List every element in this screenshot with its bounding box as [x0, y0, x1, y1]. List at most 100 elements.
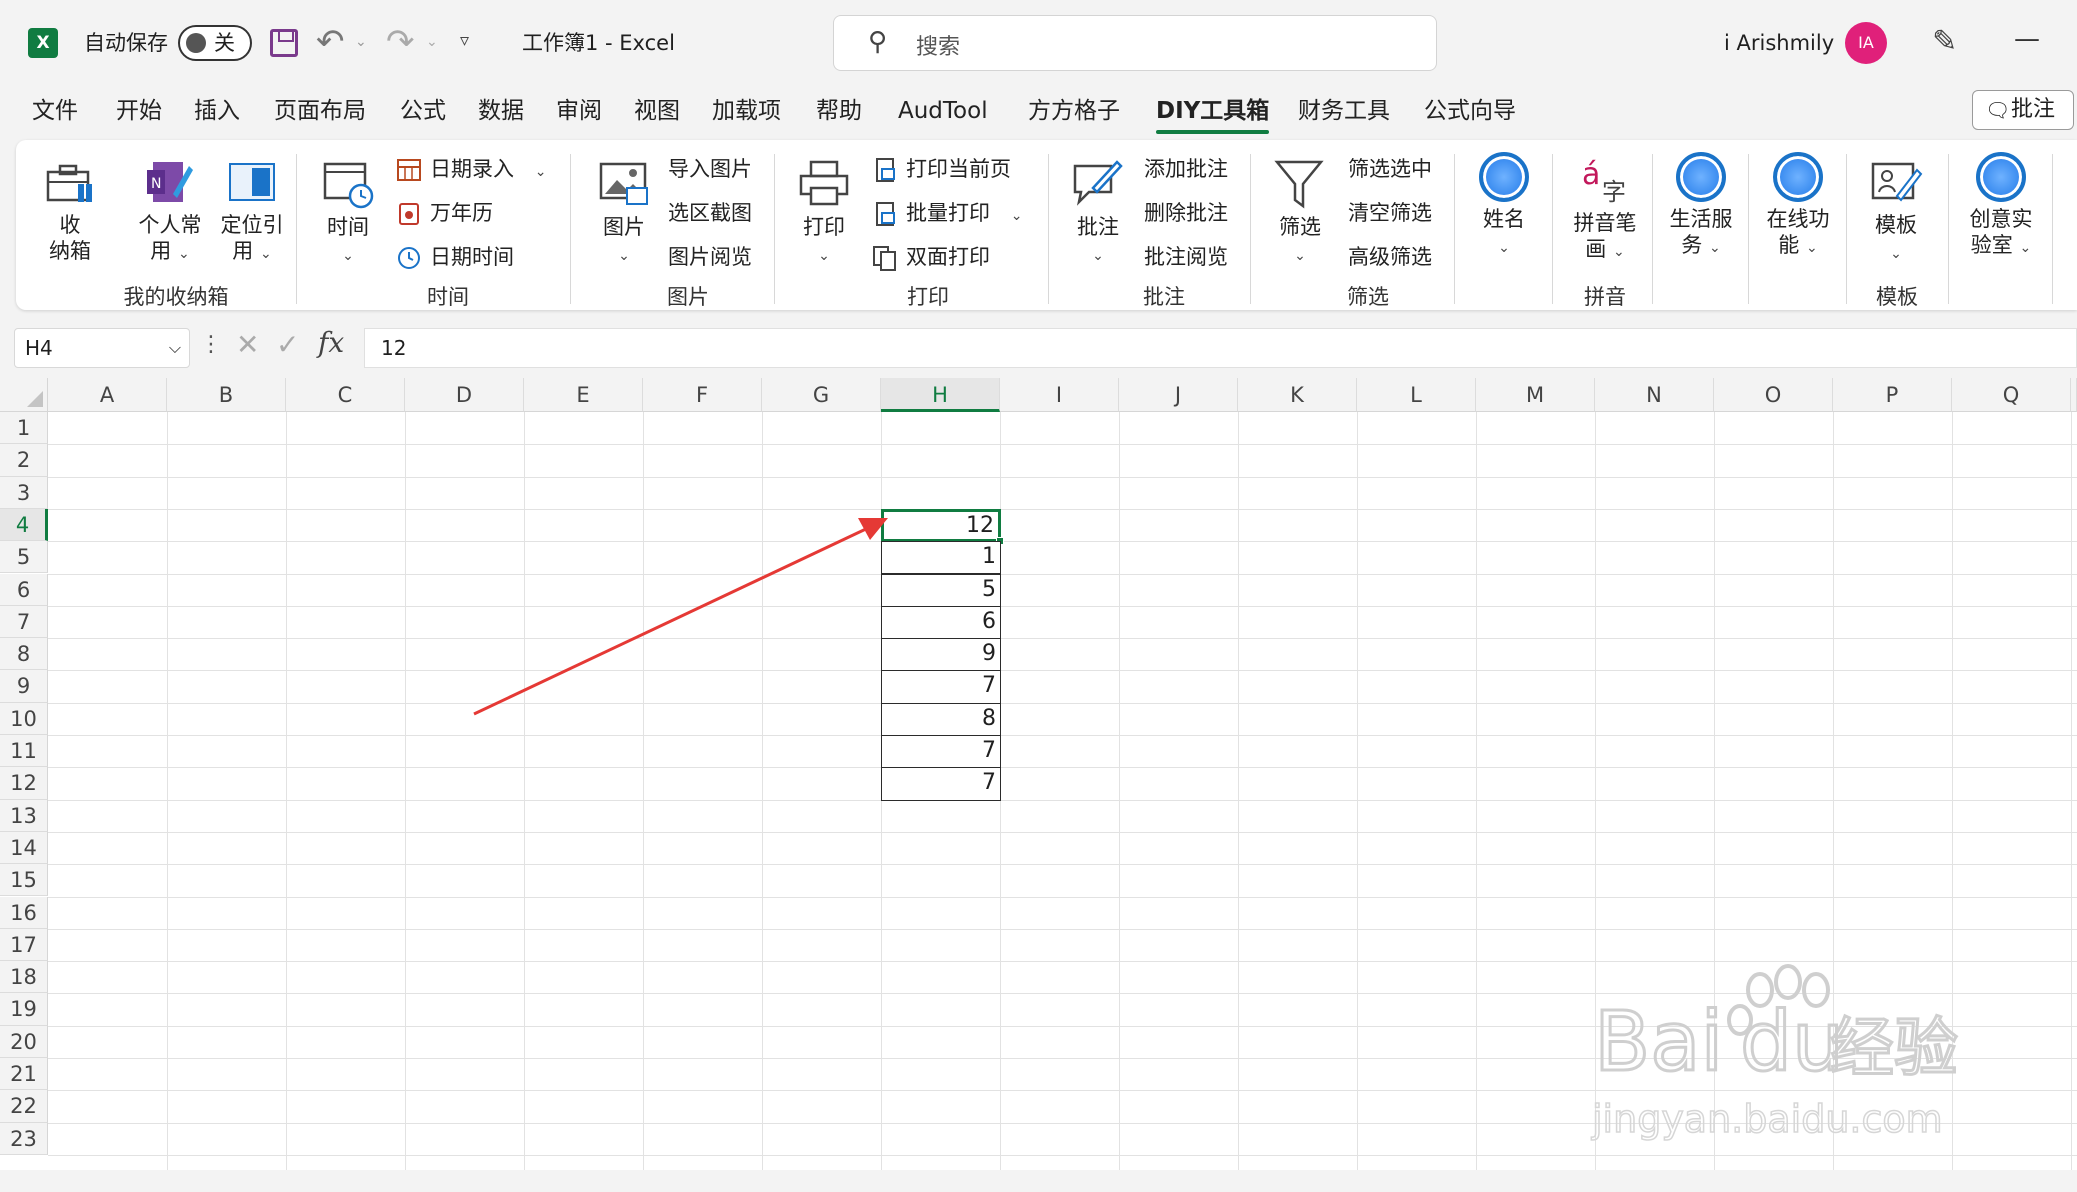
tab-page-layout[interactable]: 页面布局 [274, 94, 366, 128]
tab-audtool[interactable]: AudTool [898, 94, 988, 128]
undo-icon[interactable]: ↶ [316, 22, 345, 62]
column-header-k[interactable]: K [1238, 378, 1357, 412]
tab-home[interactable]: 开始 [116, 94, 162, 128]
duplex-print-button[interactable]: 双面打印 [872, 242, 990, 272]
filter-button[interactable]: 筛选 ⌄ [1268, 158, 1332, 269]
picture-button[interactable]: 图片 ⌄ [592, 158, 656, 269]
row-header-6[interactable]: 6 [0, 573, 48, 606]
row-header-17[interactable]: 17 [0, 928, 48, 962]
tab-review[interactable]: 审阅 [556, 94, 602, 128]
row-header-5[interactable]: 5 [0, 541, 48, 574]
column-header-q[interactable]: Q [1952, 378, 2071, 412]
row-header-21[interactable]: 21 [0, 1058, 48, 1091]
clear-filter-button[interactable]: 清空筛选 [1348, 198, 1432, 228]
row-header-13[interactable]: 13 [0, 799, 48, 832]
personal-common-button[interactable]: N 个人常 用 ⌄ [134, 158, 206, 267]
row-header-7[interactable]: 7 [0, 605, 48, 639]
import-picture-button[interactable]: 导入图片 [668, 154, 752, 184]
column-header-g[interactable]: G [762, 378, 881, 412]
row-header-10[interactable]: 10 [0, 702, 48, 735]
avatar[interactable]: IA [1845, 22, 1887, 64]
life-service-button[interactable]: 生活服 务 ⌄ [1660, 152, 1742, 261]
row-header-19[interactable]: 19 [0, 993, 48, 1026]
select-all-corner[interactable] [0, 378, 48, 412]
time-button[interactable]: 时间 ⌄ [316, 158, 380, 269]
column-header-a[interactable]: A [48, 378, 167, 412]
tab-finance-tools[interactable]: 财务工具 [1298, 94, 1390, 128]
delete-comment-button[interactable]: 删除批注 [1144, 198, 1228, 228]
pen-icon[interactable]: ✎ [1932, 24, 1957, 59]
tab-data[interactable]: 数据 [478, 94, 524, 128]
column-header-f[interactable]: F [643, 378, 762, 412]
cell-h10[interactable]: 8 [881, 702, 1001, 736]
tab-insert[interactable]: 插入 [194, 94, 240, 128]
cancel-icon[interactable]: ✕ [236, 328, 259, 361]
minimize-icon[interactable]: — [2014, 24, 2040, 54]
online-functions-button[interactable]: 在线功 能 ⌄ [1756, 152, 1840, 261]
collect-box-button[interactable]: 收 纳箱 [40, 158, 100, 264]
picture-viewer-button[interactable]: 图片阅览 [668, 242, 752, 272]
cell-h8[interactable]: 9 [881, 638, 1001, 672]
search-box[interactable]: ⚲ 搜索 [833, 15, 1437, 71]
tab-formulas[interactable]: 公式 [400, 94, 446, 128]
user-name[interactable]: i Arishmily [1724, 28, 1834, 58]
filter-selected-button[interactable]: 筛选选中 [1348, 154, 1432, 184]
row-header-1[interactable]: 1 [0, 412, 48, 445]
date-time-button[interactable]: 日期时间 [396, 242, 514, 272]
tab-help[interactable]: 帮助 [816, 94, 862, 128]
date-entry-button[interactable]: 日期录入 ⌄ [396, 154, 546, 187]
cell-h9[interactable]: 7 [881, 670, 1001, 704]
row-header-23[interactable]: 23 [0, 1122, 48, 1155]
advanced-filter-button[interactable]: 高级筛选 [1348, 242, 1432, 272]
column-header-l[interactable]: L [1357, 378, 1476, 412]
chevron-down-icon[interactable]: ⌵ [169, 329, 181, 367]
row-header-18[interactable]: 18 [0, 961, 48, 994]
print-current-page-button[interactable]: 打印当前页 [872, 154, 1011, 184]
print-button[interactable]: 打印 ⌄ [792, 158, 856, 269]
redo-dropdown-icon[interactable]: ⌄ [426, 34, 438, 50]
column-header-d[interactable]: D [405, 378, 524, 412]
column-header-j[interactable]: J [1119, 378, 1238, 412]
comment-button[interactable]: 批注 ⌄ [1066, 158, 1130, 269]
row-header-4[interactable]: 4 [0, 508, 48, 542]
cell-h6[interactable]: 5 [881, 573, 1001, 607]
row-header-11[interactable]: 11 [0, 735, 48, 768]
row-header-20[interactable]: 20 [0, 1025, 48, 1058]
column-header-o[interactable]: O [1714, 378, 1833, 412]
row-header-9[interactable]: 9 [0, 670, 48, 703]
tab-fangfang[interactable]: 方方格子 [1028, 94, 1120, 128]
save-icon[interactable] [270, 29, 298, 57]
tab-file[interactable]: 文件 [32, 94, 78, 128]
batch-print-button[interactable]: 批量打印 ⌄ [872, 198, 1022, 231]
cell-h12[interactable]: 7 [881, 767, 1001, 801]
insert-function-icon[interactable]: fx [318, 326, 344, 359]
column-header-e[interactable]: E [524, 378, 643, 412]
column-header-m[interactable]: M [1476, 378, 1595, 412]
tab-diy-toolbox[interactable]: DIY工具箱 [1156, 94, 1270, 134]
perpetual-calendar-button[interactable]: 万年历 [396, 198, 493, 228]
comments-button[interactable]: 🗨 批注 [1972, 90, 2074, 130]
cell-h4[interactable]: 12 [881, 508, 1001, 543]
formula-input[interactable]: 12 [364, 328, 2077, 368]
row-header-2[interactable]: 2 [0, 444, 48, 477]
customize-quick-access-icon[interactable]: ▿ [460, 30, 469, 51]
row-header-16[interactable]: 16 [0, 896, 48, 929]
locate-reference-button[interactable]: 定位引 用 ⌄ [216, 158, 288, 267]
row-header-22[interactable]: 22 [0, 1090, 48, 1123]
selection-screenshot-button[interactable]: 选区截图 [668, 198, 752, 228]
name-button[interactable]: 姓名 ⌄ [1464, 152, 1544, 261]
row-header-3[interactable]: 3 [0, 476, 48, 509]
creative-lab-button[interactable]: 创意实 验室 ⌄ [1958, 152, 2044, 261]
row-header-8[interactable]: 8 [0, 638, 48, 671]
column-header-i[interactable]: I [1000, 378, 1119, 412]
tab-view[interactable]: 视图 [634, 94, 680, 128]
tab-addins[interactable]: 加载项 [712, 94, 781, 128]
pinyin-stroke-button[interactable]: á字 拼音笔 画 ⌄ [1562, 154, 1648, 265]
more-options-icon[interactable]: ⋮ [200, 332, 222, 357]
column-header-h[interactable]: H [881, 378, 1000, 412]
template-button[interactable]: 模板 ⌄ [1860, 158, 1932, 267]
row-header-15[interactable]: 15 [0, 864, 48, 897]
column-header-p[interactable]: P [1833, 378, 1952, 412]
column-header-n[interactable]: N [1595, 378, 1714, 412]
column-header-c[interactable]: C [286, 378, 405, 412]
